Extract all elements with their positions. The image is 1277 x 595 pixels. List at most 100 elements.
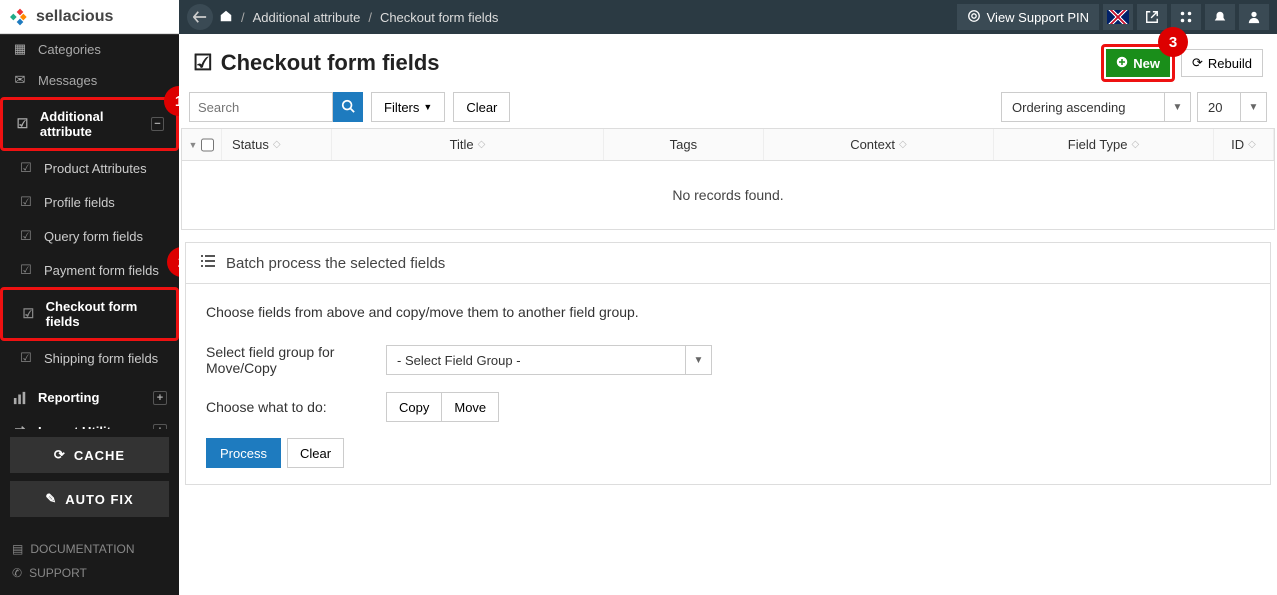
col-id[interactable]: ID ◇ <box>1214 129 1274 160</box>
sidebar-item-reporting[interactable]: Reporting + <box>0 381 179 414</box>
field-group-select[interactable]: - Select Field Group - ▼ <box>386 345 712 375</box>
breadcrumb-item[interactable]: Additional attribute <box>253 10 361 25</box>
page-header: ☑ Checkout form fields New 3 ⟳ Rebuild <box>179 34 1277 86</box>
transfer-icon: ⇄ <box>12 423 28 429</box>
col-label: Tags <box>670 137 697 152</box>
process-button[interactable]: Process <box>206 438 281 468</box>
copy-button[interactable]: Copy <box>386 392 442 422</box>
title-text: Checkout form fields <box>221 50 440 76</box>
book-icon: ▤ <box>12 542 23 556</box>
copy-move-toggle: Copy Move <box>386 392 499 422</box>
sidebar-item-additional-attribute[interactable]: ☑ Additional attribute − 1 <box>0 97 179 151</box>
wand-icon: ✎ <box>45 491 57 507</box>
page-actions: New 3 ⟳ Rebuild <box>1101 44 1263 82</box>
sidebar-item-product-attributes[interactable]: ☑ Product Attributes <box>0 151 179 185</box>
button-label: New <box>1133 56 1160 71</box>
sidebar-item-payment-form-fields[interactable]: ☑ Payment form fields 2 <box>0 253 179 287</box>
col-label: Context <box>850 137 895 152</box>
sort-icon: ◇ <box>1132 139 1140 150</box>
annotation-badge-3: 3 <box>1158 27 1188 57</box>
col-title[interactable]: Title ◇ <box>332 129 604 160</box>
sidebar-item-query-form-fields[interactable]: ☑ Query form fields <box>0 219 179 253</box>
sidebar-item-import-utility[interactable]: ⇄ Import Utility + <box>0 414 179 429</box>
chevron-down-icon[interactable]: ▼ <box>1241 92 1267 122</box>
select-value: 20 <box>1197 92 1241 122</box>
brand-logo[interactable]: sellacious <box>0 0 179 34</box>
user-menu-button[interactable] <box>1239 4 1269 30</box>
select-all-header: ▼ <box>182 129 222 160</box>
filter-bar-right: Ordering ascending ▼ 20 ▼ <box>1001 92 1267 122</box>
select-all-checkbox[interactable] <box>201 138 214 152</box>
rebuild-button[interactable]: ⟳ Rebuild <box>1181 49 1263 77</box>
clear-button[interactable]: Clear <box>453 92 510 122</box>
external-link-button[interactable] <box>1137 4 1167 30</box>
sidebar-item-shipping-form-fields[interactable]: ☑ Shipping form fields <box>0 341 179 375</box>
new-button[interactable]: New <box>1106 49 1170 77</box>
breadcrumb: / Additional attribute / Checkout form f… <box>219 9 498 26</box>
table-header: ▼ Status ◇ Title ◇ Tags Context ◇ <box>182 129 1274 161</box>
sidebar-item-profile-fields[interactable]: ☑ Profile fields <box>0 185 179 219</box>
col-context[interactable]: Context ◇ <box>764 129 994 160</box>
col-field-type[interactable]: Field Type ◇ <box>994 129 1214 160</box>
sidebar-item-label: Shipping form fields <box>44 351 158 366</box>
col-label: ID <box>1231 137 1244 152</box>
chevron-down-icon[interactable]: ▼ <box>189 140 198 150</box>
chevron-down-icon[interactable]: ▼ <box>1165 92 1191 122</box>
sidebar-item-label: Profile fields <box>44 195 115 210</box>
batch-panel-header: Batch process the selected fields <box>186 243 1270 284</box>
link-label: DOCUMENTATION <box>30 542 134 556</box>
notifications-button[interactable] <box>1205 4 1235 30</box>
caret-down-icon: ▼ <box>423 102 432 112</box>
batch-help-text: Choose fields from above and copy/move t… <box>206 304 1250 320</box>
sidebar-item-messages[interactable]: ✉ Messages <box>0 63 179 97</box>
sidebar-actions: ⟳ CACHE ✎ AUTO FIX <box>0 429 179 533</box>
sidebar-item-label: Reporting <box>38 390 99 405</box>
envelope-icon: ✉ <box>12 72 28 88</box>
autofix-button[interactable]: ✎ AUTO FIX <box>10 481 169 517</box>
breadcrumb-sep: / <box>368 10 372 25</box>
button-label: Move <box>454 400 486 415</box>
search-input[interactable] <box>189 92 333 122</box>
chevron-down-icon[interactable]: ▼ <box>686 345 712 375</box>
view-support-pin-button[interactable]: View Support PIN <box>957 4 1099 30</box>
support-link[interactable]: ✆ SUPPORT <box>12 561 167 585</box>
button-label: CACHE <box>74 448 125 463</box>
check-icon: ☑ <box>18 228 34 244</box>
batch-panel: Batch process the selected fields Choose… <box>185 242 1271 485</box>
topbar: / Additional attribute / Checkout form f… <box>179 0 1277 34</box>
sort-icon: ◇ <box>1248 139 1256 150</box>
ordering-select[interactable]: Ordering ascending ▼ <box>1001 92 1191 122</box>
sidebar-item-label: Product Attributes <box>44 161 147 176</box>
collapse-icon[interactable]: − <box>151 117 164 131</box>
language-flag-button[interactable] <box>1103 4 1133 30</box>
sidebar-item-checkout-form-fields[interactable]: ☑ Checkout form fields <box>0 287 179 341</box>
select-value: - Select Field Group - <box>386 345 686 375</box>
move-button[interactable]: Move <box>442 392 499 422</box>
expand-icon[interactable]: + <box>153 391 167 405</box>
check-icon: ☑ <box>15 116 30 132</box>
sort-icon: ◇ <box>273 139 281 150</box>
cache-button[interactable]: ⟳ CACHE <box>10 437 169 473</box>
batch-panel-footer: Process Clear <box>206 438 1250 468</box>
back-button[interactable] <box>187 4 213 30</box>
joomla-button[interactable] <box>1171 4 1201 30</box>
list-icon <box>200 253 216 273</box>
col-status[interactable]: Status ◇ <box>222 129 332 160</box>
batch-clear-button[interactable]: Clear <box>287 438 344 468</box>
breadcrumb-item[interactable]: Checkout form fields <box>380 10 499 25</box>
home-icon[interactable] <box>219 9 233 26</box>
expand-icon[interactable]: + <box>153 424 167 429</box>
check-icon: ☑ <box>18 160 34 176</box>
sidebar-item-categories[interactable]: ▦ Categories <box>0 34 179 63</box>
batch-panel-body: Choose fields from above and copy/move t… <box>186 284 1270 484</box>
filters-button[interactable]: Filters ▼ <box>371 92 445 122</box>
pagesize-select[interactable]: 20 ▼ <box>1197 92 1267 122</box>
results-table: ▼ Status ◇ Title ◇ Tags Context ◇ <box>181 128 1275 230</box>
button-label: Clear <box>300 446 331 461</box>
panel-title: Batch process the selected fields <box>226 255 445 272</box>
select-value: Ordering ascending <box>1001 92 1165 122</box>
documentation-link[interactable]: ▤ DOCUMENTATION <box>12 537 167 561</box>
field-group-label: Select field group for Move/Copy <box>206 344 386 376</box>
sidebar-item-label: Categories <box>38 42 101 57</box>
search-button[interactable] <box>333 92 363 122</box>
